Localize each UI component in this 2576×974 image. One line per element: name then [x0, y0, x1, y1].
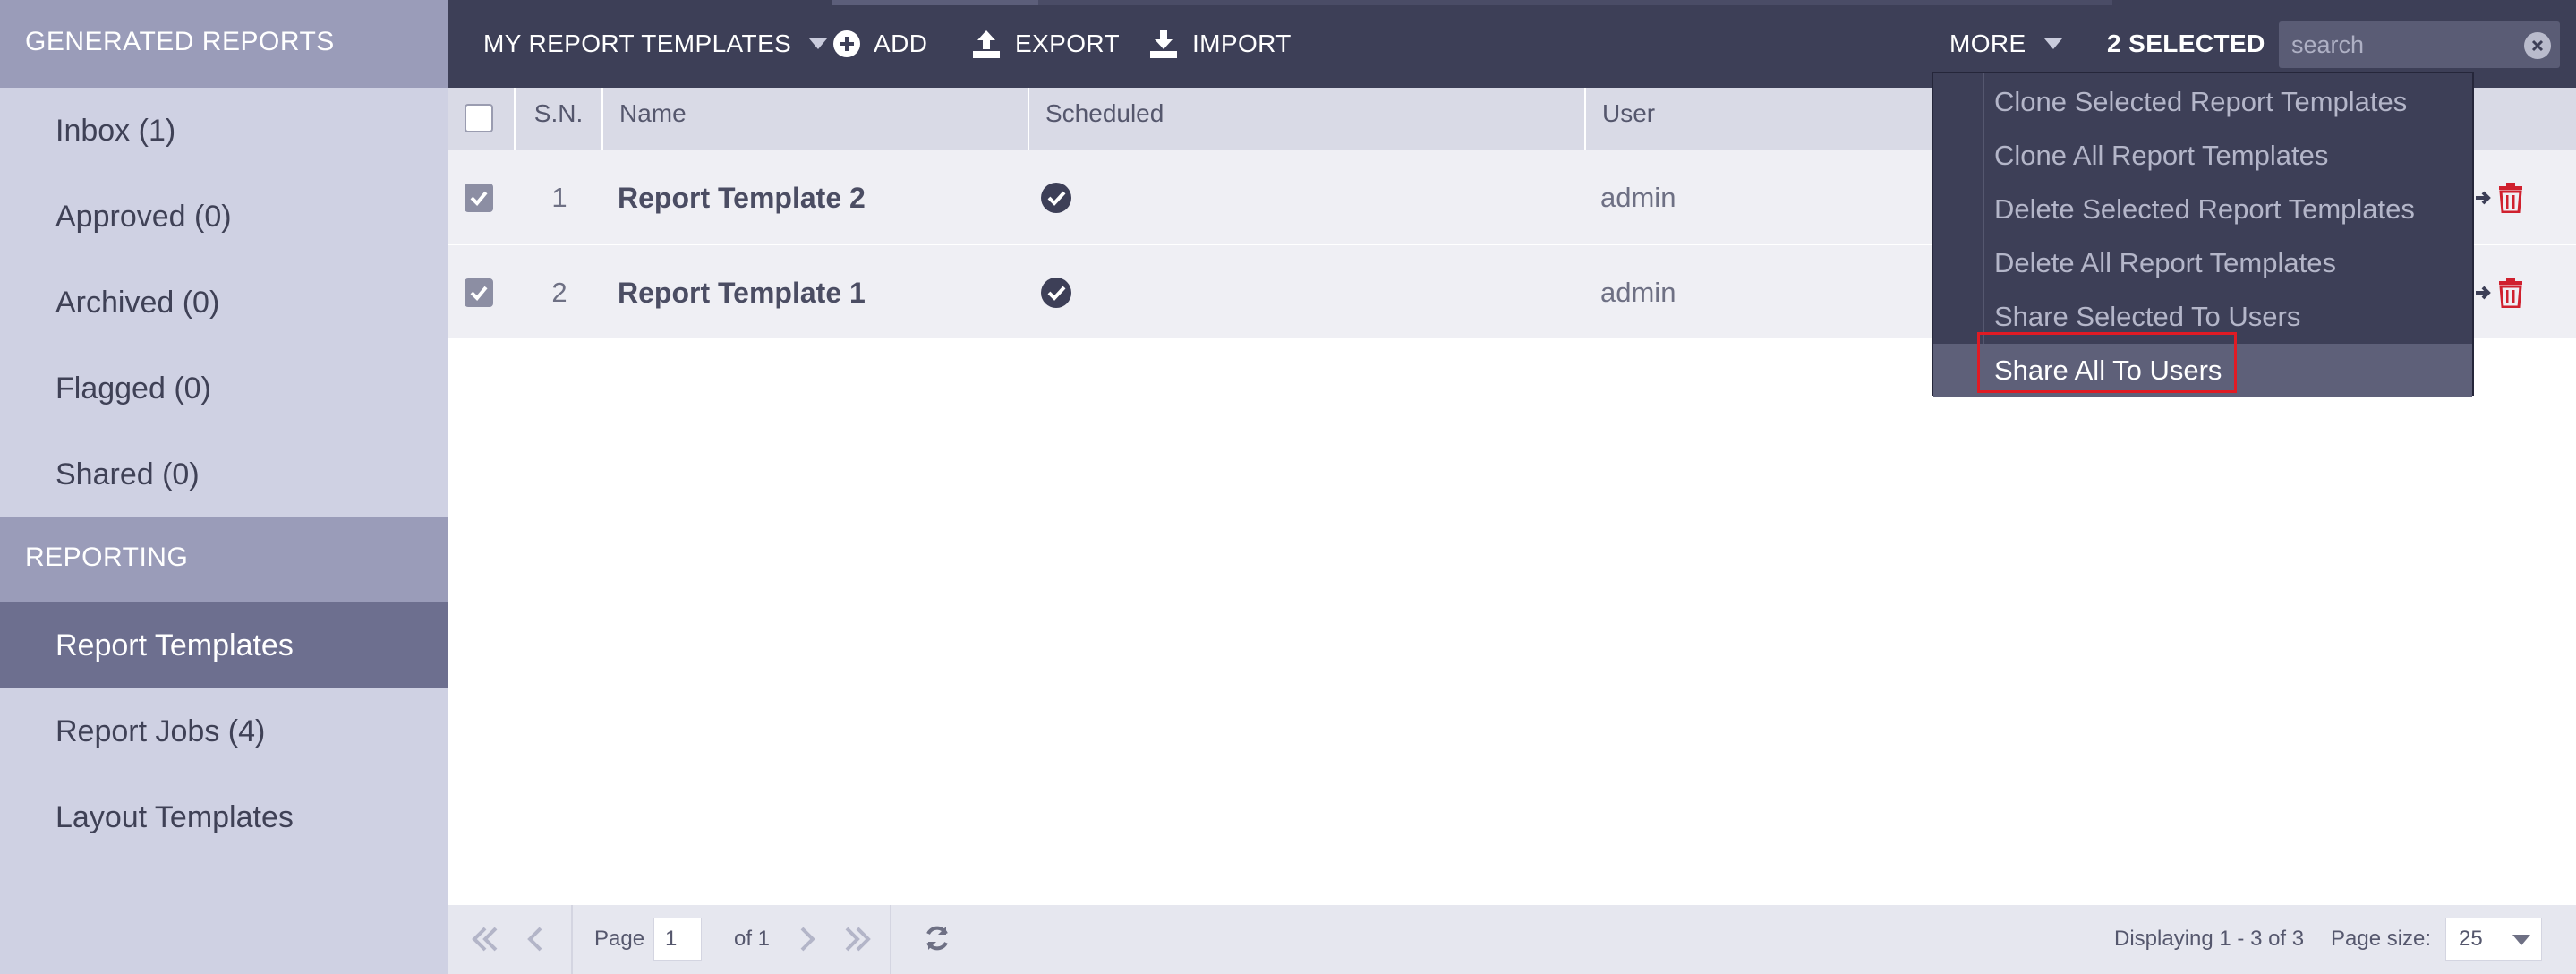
row-name[interactable]: Report Template 1 [618, 245, 866, 340]
import-button[interactable]: Import [1147, 0, 1292, 88]
templates-dropdown-label: My Report Templates [483, 30, 792, 57]
sidebar-item-report-jobs[interactable]: Report Jobs (4) [0, 688, 448, 774]
templates-dropdown-button[interactable]: My Report Templates [483, 0, 828, 88]
sidebar-item-layout-templates[interactable]: Layout Templates [0, 774, 448, 860]
select-all-checkbox[interactable] [465, 104, 493, 132]
page-size-value: 25 [2459, 927, 2483, 951]
column-header-scheduled[interactable]: Scheduled [1029, 88, 1586, 150]
sidebar-section-header-generated-reports: Generated Reports [0, 0, 448, 88]
pagination-bar: Page of 1 Displaying 1 - 3 of 3 Page siz… [448, 905, 2576, 974]
next-page-icon[interactable] [795, 923, 820, 961]
menu-item-delete-all[interactable]: Delete All Report Templates [1933, 236, 2472, 290]
chevron-down-icon [2043, 38, 2062, 49]
menu-item-clone-selected[interactable]: Clone Selected Report Templates [1933, 75, 2472, 129]
selected-count-label: 2 Selected [2107, 30, 2265, 57]
more-menu: Clone Selected Report Templates Clone Al… [1932, 72, 2474, 397]
last-page-icon[interactable] [841, 923, 874, 961]
row-name[interactable]: Report Template 2 [618, 150, 866, 245]
sidebar: Generated Reports Inbox (1) Approved (0)… [0, 0, 448, 974]
export-button[interactable]: Export [970, 0, 1120, 88]
more-label: More [1949, 30, 2026, 57]
refresh-icon[interactable] [922, 923, 952, 960]
column-header-sn[interactable]: S.N. [516, 88, 603, 150]
plus-circle-icon [833, 30, 860, 57]
pager-divider [890, 905, 891, 974]
trash-icon[interactable] [2497, 150, 2524, 245]
import-label: Import [1192, 30, 1292, 57]
pager-divider [571, 905, 573, 974]
row-checkbox-cell [465, 245, 493, 340]
sidebar-item-report-templates[interactable]: Report Templates [0, 602, 448, 688]
row-checkbox[interactable] [465, 278, 493, 307]
menu-item-share-all[interactable]: Share All To Users [1933, 344, 2472, 397]
row-checkbox-cell [465, 150, 493, 245]
checkmark-icon [470, 191, 488, 206]
page-number-input[interactable] [653, 918, 702, 961]
menu-item-delete-selected[interactable]: Delete Selected Report Templates [1933, 183, 2472, 236]
displaying-info: Displaying 1 - 3 of 3 [2114, 927, 2305, 951]
search-box [2279, 21, 2560, 68]
select-all-cell [448, 88, 516, 150]
chevron-down-icon [2512, 935, 2530, 945]
scheduled-check-icon [1040, 245, 1072, 340]
add-button[interactable]: Add [832, 0, 927, 88]
sidebar-item-inbox[interactable]: Inbox (1) [0, 88, 448, 174]
add-label: Add [874, 30, 928, 57]
column-header-name[interactable]: Name [603, 88, 1029, 150]
row-sn: 2 [551, 277, 567, 308]
menu-item-share-selected[interactable]: Share Selected To Users [1933, 290, 2472, 344]
row-user: admin [1600, 182, 1676, 213]
row-action-arrow-icon[interactable] [2474, 150, 2492, 245]
scheduled-check-icon [1040, 150, 1072, 245]
sidebar-item-approved[interactable]: Approved (0) [0, 174, 448, 260]
row-sn: 1 [551, 182, 567, 213]
trash-icon[interactable] [2497, 245, 2524, 340]
sidebar-item-flagged[interactable]: Flagged (0) [0, 346, 448, 431]
previous-page-icon[interactable] [523, 923, 548, 961]
export-label: Export [1015, 30, 1121, 57]
download-icon [1150, 30, 1177, 58]
clear-search-icon[interactable] [2524, 32, 2551, 59]
page-size-select[interactable]: 25 [2445, 918, 2542, 961]
menu-item-clone-all[interactable]: Clone All Report Templates [1933, 129, 2472, 183]
row-user: admin [1600, 277, 1676, 308]
sidebar-section-header-reporting: Reporting [0, 517, 448, 602]
sidebar-item-archived[interactable]: Archived (0) [0, 260, 448, 346]
page-count-label: of 1 [734, 927, 771, 951]
upload-icon [973, 30, 1000, 58]
row-checkbox[interactable] [465, 184, 493, 212]
search-input[interactable] [2279, 21, 2512, 68]
page-label: Page [594, 927, 645, 951]
sidebar-item-shared[interactable]: Shared (0) [0, 431, 448, 517]
chevron-down-icon [809, 38, 828, 49]
page-size-label: Page size: [2331, 927, 2432, 951]
checkmark-icon [470, 286, 488, 301]
first-page-icon[interactable] [469, 923, 501, 961]
row-action-arrow-icon[interactable] [2474, 245, 2492, 340]
